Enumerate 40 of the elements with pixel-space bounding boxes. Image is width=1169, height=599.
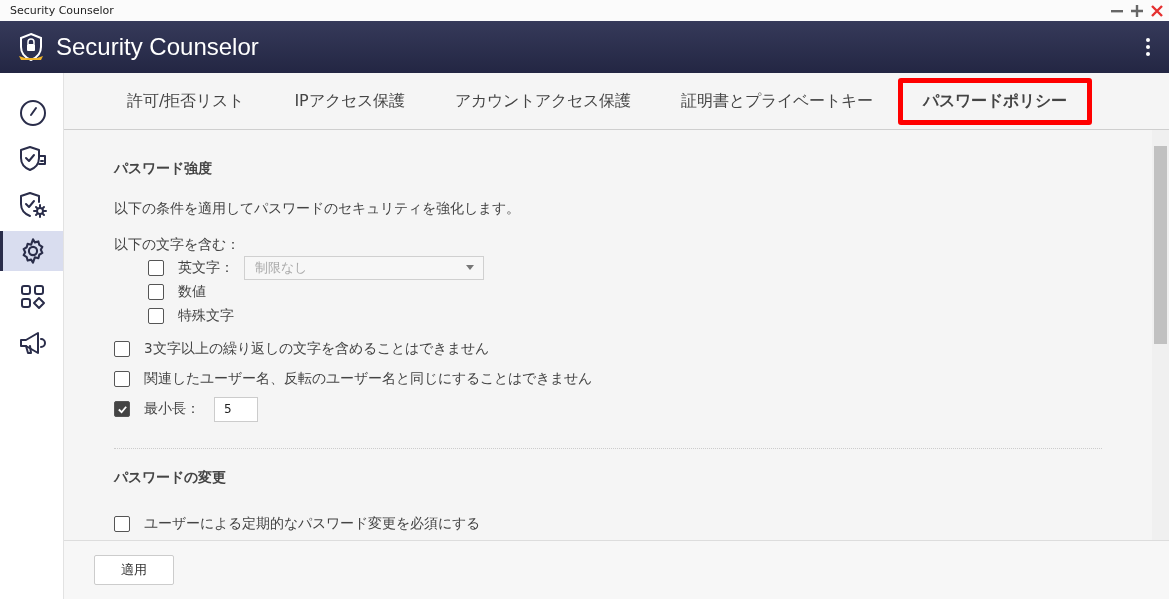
caret-icon (465, 265, 475, 271)
tab[interactable]: 許可/拒否リスト (102, 77, 270, 125)
window-title: Security Counselor (10, 4, 114, 17)
shield-lock-icon (18, 32, 44, 62)
description-text: 以下の条件を適用してパスワードのセキュリティを強化します。 (114, 200, 521, 218)
more-icon[interactable] (1145, 37, 1151, 57)
apps-icon (20, 284, 46, 310)
megaphone-icon (18, 329, 48, 357)
sidebar-item[interactable] (0, 231, 63, 271)
tab[interactable]: パスワードポリシー (897, 77, 1092, 125)
checkbox[interactable] (114, 516, 130, 532)
close-icon[interactable] (1151, 4, 1163, 17)
checkbox[interactable] (148, 284, 164, 300)
shield-check-icon (18, 145, 48, 173)
tab[interactable]: IPアクセス保護 (269, 77, 430, 125)
section-heading: パスワードの変更 (114, 469, 227, 487)
number-field[interactable]: 5 (214, 396, 258, 422)
option-label: 英文字： (178, 259, 234, 277)
option-label: ユーザーによる定期的なパスワード変更を必須にする (144, 515, 480, 533)
shield-gear-icon (18, 191, 48, 219)
option-label: 特殊文字 (178, 307, 234, 325)
tab[interactable]: 証明書とプライベートキー (655, 77, 898, 125)
maximize-icon[interactable] (1131, 4, 1143, 17)
option-label: 関連したユーザー名、反転のユーザー名と同じにすることはできません (144, 370, 592, 388)
checkbox[interactable] (148, 260, 164, 276)
checkmark-icon (116, 403, 128, 415)
checkbox[interactable] (114, 401, 130, 417)
option-label: 数値 (178, 283, 206, 301)
app-title: Security Counselor (56, 33, 260, 61)
tab[interactable]: アカウントアクセス保護 (429, 77, 656, 125)
checkbox[interactable] (114, 341, 130, 357)
checkbox[interactable] (114, 371, 130, 387)
option-label: 以下の文字を含む： (114, 236, 240, 254)
gauge-icon (19, 99, 47, 127)
apply-button[interactable]: 適用 (94, 555, 174, 585)
scrollbar[interactable] (1152, 130, 1169, 540)
option-label: 3文字以上の繰り返しの文字を含めることはできません (144, 340, 489, 358)
checkbox[interactable] (148, 308, 164, 324)
option-label: 最小長： (144, 400, 200, 418)
section-heading: パスワード強度 (114, 160, 213, 178)
